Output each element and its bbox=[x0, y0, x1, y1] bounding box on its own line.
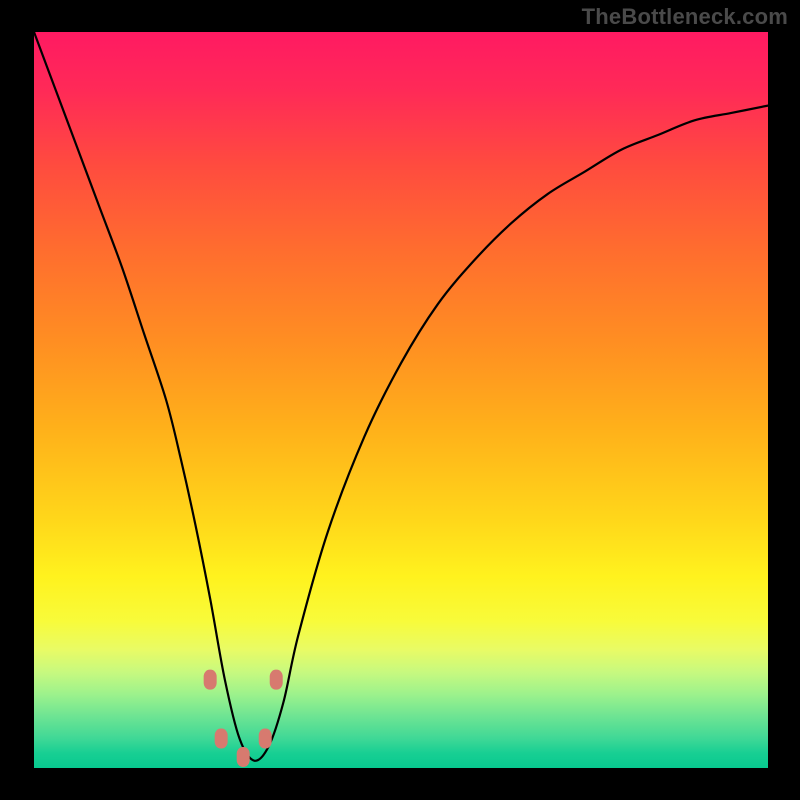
chart-frame: TheBottleneck.com bbox=[0, 0, 800, 800]
watermark-text: TheBottleneck.com bbox=[582, 4, 788, 30]
plot-area bbox=[34, 32, 768, 768]
curve-markers bbox=[204, 670, 283, 767]
curve-marker bbox=[204, 670, 217, 690]
curve-marker bbox=[259, 729, 272, 749]
bottleneck-curve bbox=[34, 32, 768, 761]
curve-marker bbox=[215, 729, 228, 749]
curve-marker bbox=[237, 747, 250, 767]
curve-layer bbox=[34, 32, 768, 768]
curve-path bbox=[34, 32, 768, 761]
curve-marker bbox=[270, 670, 283, 690]
